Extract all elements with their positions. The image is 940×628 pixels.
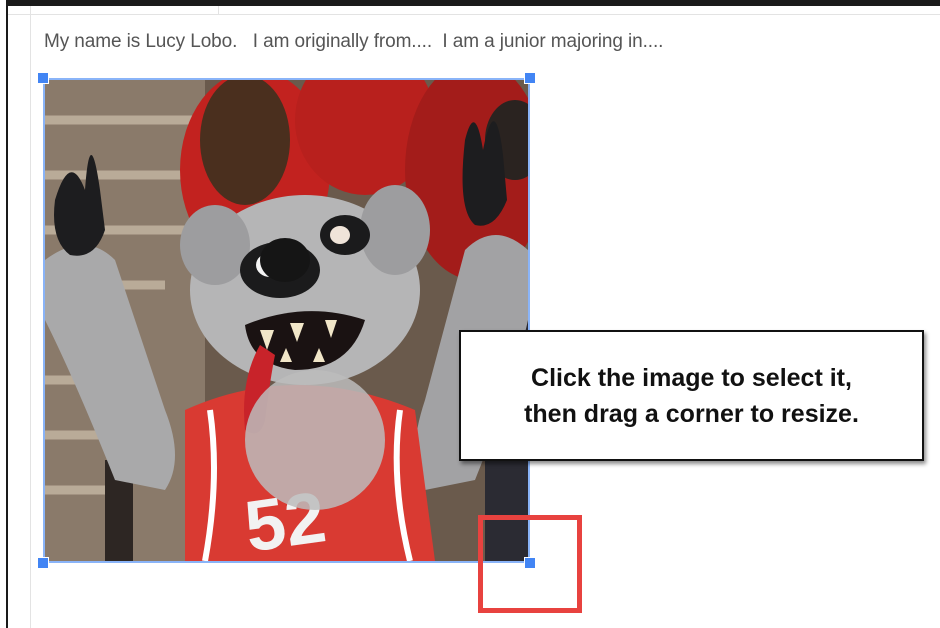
resize-handle-bottom-left[interactable] xyxy=(37,557,49,569)
callout-line-1: Click the image to select it, xyxy=(531,363,852,392)
page-margin-guide xyxy=(8,14,940,15)
screenshot-border-left xyxy=(6,0,8,628)
corner-highlight-box xyxy=(478,515,582,613)
callout-text: Click the image to select it, then drag … xyxy=(524,360,859,432)
callout-line-2: then drag a corner to resize. xyxy=(524,399,859,428)
page-margin-guide-left xyxy=(30,6,31,628)
document-body-text[interactable]: My name is Lucy Lobo. I am originally fr… xyxy=(44,31,663,53)
mascot-image[interactable]: 52 xyxy=(43,78,530,563)
resize-handle-top-left[interactable] xyxy=(37,72,49,84)
resize-handle-top-right[interactable] xyxy=(524,72,536,84)
mascot-photo: 52 xyxy=(45,80,528,561)
page-margin-tick xyxy=(218,6,219,15)
screenshot-border-top xyxy=(6,0,940,6)
instruction-callout: Click the image to select it, then drag … xyxy=(459,330,924,461)
